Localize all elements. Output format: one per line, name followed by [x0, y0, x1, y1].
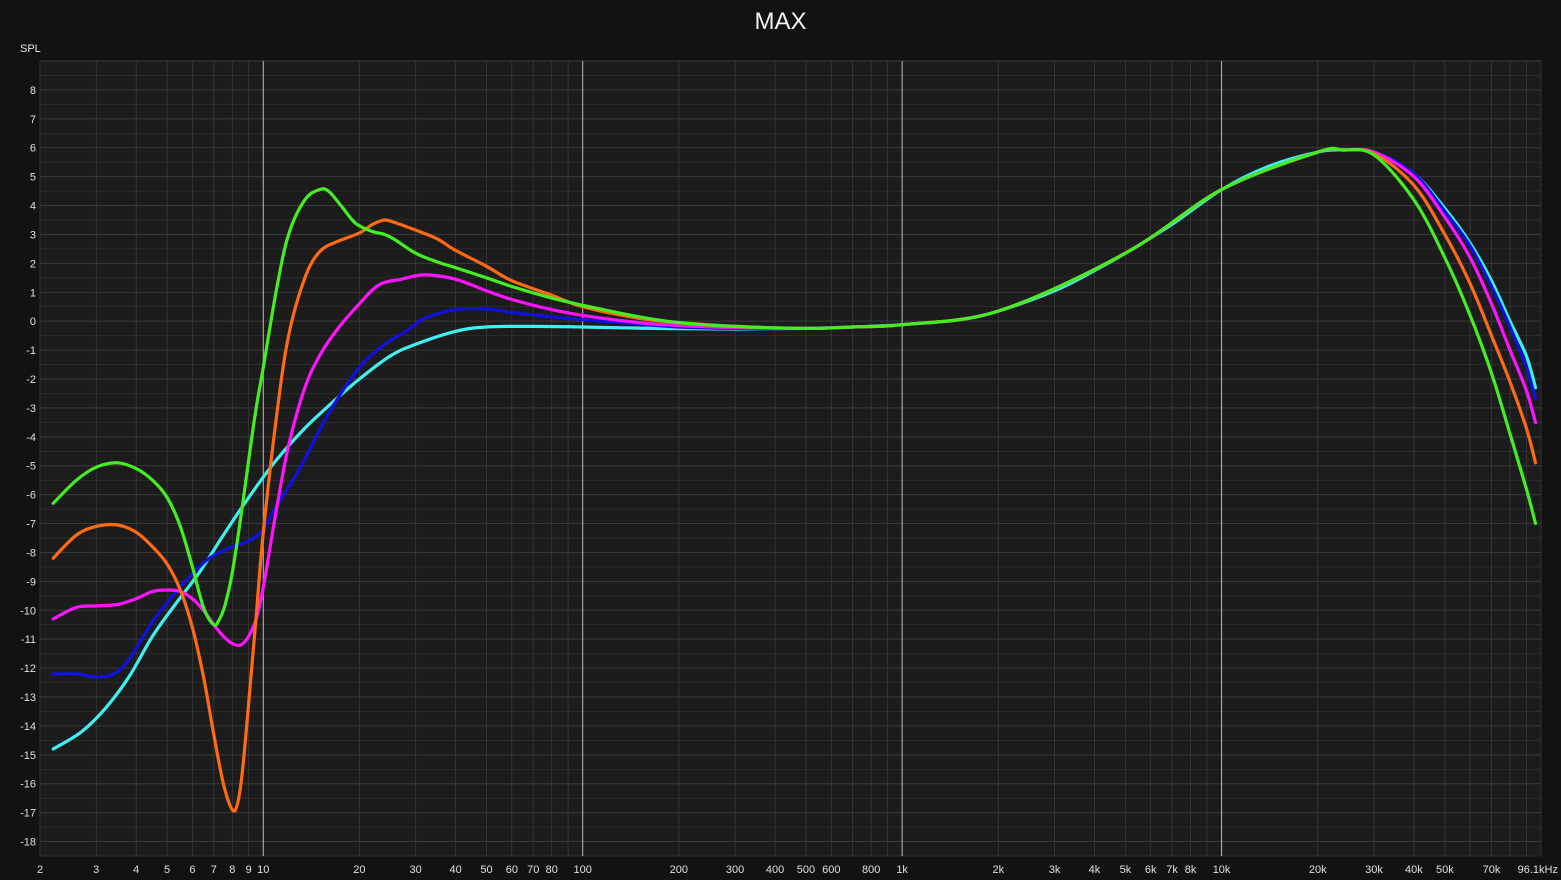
- y-tick-label: -14: [20, 721, 36, 733]
- y-tick-label: -5: [26, 461, 36, 473]
- x-tick-label: 40: [449, 864, 461, 876]
- x-tick-label: 50k: [1436, 864, 1454, 876]
- x-tick-label: 5k: [1120, 864, 1132, 876]
- x-tick-label: 300: [726, 864, 744, 876]
- y-tick-label: 3: [30, 229, 36, 241]
- x-tick-label: 30k: [1365, 864, 1383, 876]
- x-tick-label: 60: [506, 864, 518, 876]
- x-tick-label: 20: [353, 864, 365, 876]
- x-tick-label: 20k: [1309, 864, 1327, 876]
- y-tick-label: -10: [20, 605, 36, 617]
- x-tick-label: 96.1kHz: [1518, 864, 1558, 876]
- x-tick-label: 70k: [1483, 864, 1501, 876]
- y-tick-label: -4: [26, 432, 36, 444]
- y-tick-label: -3: [26, 403, 36, 415]
- x-tick-label: 500: [797, 864, 815, 876]
- y-tick-label: 1: [30, 287, 36, 299]
- y-axis-ticks: 8 7 6 5 4 3 2 1 0 -1 -2 -3 -4 -5 -6 -7 -8 -9 -10 -11 -12 -13 -…: [20, 85, 36, 849]
- x-tick-label: 9: [246, 864, 252, 876]
- y-tick-label: -13: [20, 692, 36, 704]
- y-tick-label: -15: [20, 750, 36, 762]
- x-tick-label: 8k: [1185, 864, 1197, 876]
- x-tick-label: 80: [546, 864, 558, 876]
- plot-area: [40, 61, 1541, 856]
- x-tick-label: 100: [574, 864, 592, 876]
- x-tick-label: 800: [862, 864, 880, 876]
- x-tick-label: 10k: [1213, 864, 1231, 876]
- y-tick-label: -17: [20, 808, 36, 820]
- x-tick-label: 600: [822, 864, 840, 876]
- y-tick-label: 2: [30, 258, 36, 270]
- y-tick-label: -18: [20, 837, 36, 849]
- x-tick-label: 1k: [896, 864, 908, 876]
- x-tick-label: 7: [211, 864, 217, 876]
- x-tick-label: 6: [189, 864, 195, 876]
- y-tick-label: -9: [26, 576, 36, 588]
- x-tick-label: 70: [527, 864, 539, 876]
- y-tick-label: -11: [21, 634, 36, 646]
- y-tick-label: -2: [26, 374, 36, 386]
- y-tick-label: -6: [26, 490, 36, 502]
- x-tick-label: 50: [480, 864, 492, 876]
- x-tick-label: 10: [257, 864, 269, 876]
- x-tick-label: 8: [229, 864, 235, 876]
- x-tick-label: 2k: [992, 864, 1004, 876]
- x-tick-label: 7k: [1166, 864, 1178, 876]
- x-tick-label: 2: [37, 864, 43, 876]
- y-tick-label: 8: [30, 85, 36, 97]
- y-tick-label: -7: [26, 519, 36, 531]
- x-tick-label: 30: [410, 864, 422, 876]
- y-tick-label: -8: [26, 547, 36, 559]
- x-tick-label: 200: [670, 864, 688, 876]
- y-tick-label: -1: [26, 345, 36, 357]
- x-tick-label: 3k: [1049, 864, 1061, 876]
- y-tick-label: 7: [30, 114, 36, 126]
- y-tick-label: 6: [30, 143, 36, 155]
- x-tick-label: 400: [766, 864, 784, 876]
- x-tick-label: 4: [133, 864, 139, 876]
- x-tick-label: 6k: [1145, 864, 1157, 876]
- y-tick-label: -16: [20, 779, 36, 791]
- y-tick-label: 4: [30, 201, 36, 213]
- frequency-response-chart: 876543210-1-2-3-4-5-6-7-8-9-10-11-12-13-…: [20, 60, 1558, 876]
- x-tick-label: 4k: [1089, 864, 1101, 876]
- x-tick-label: 3: [93, 864, 99, 876]
- y-tick-label: 0: [30, 316, 36, 328]
- x-tick-label: 40k: [1405, 864, 1423, 876]
- y-tick-label: 5: [30, 172, 36, 184]
- x-axis-ticks: 2 3 4 5 6 7 8 9 10 20 30 40 50 60 70 80 100 200 300 400 500 6…: [37, 864, 1558, 876]
- x-tick-label: 5: [164, 864, 170, 876]
- y-tick-label: -12: [20, 663, 36, 675]
